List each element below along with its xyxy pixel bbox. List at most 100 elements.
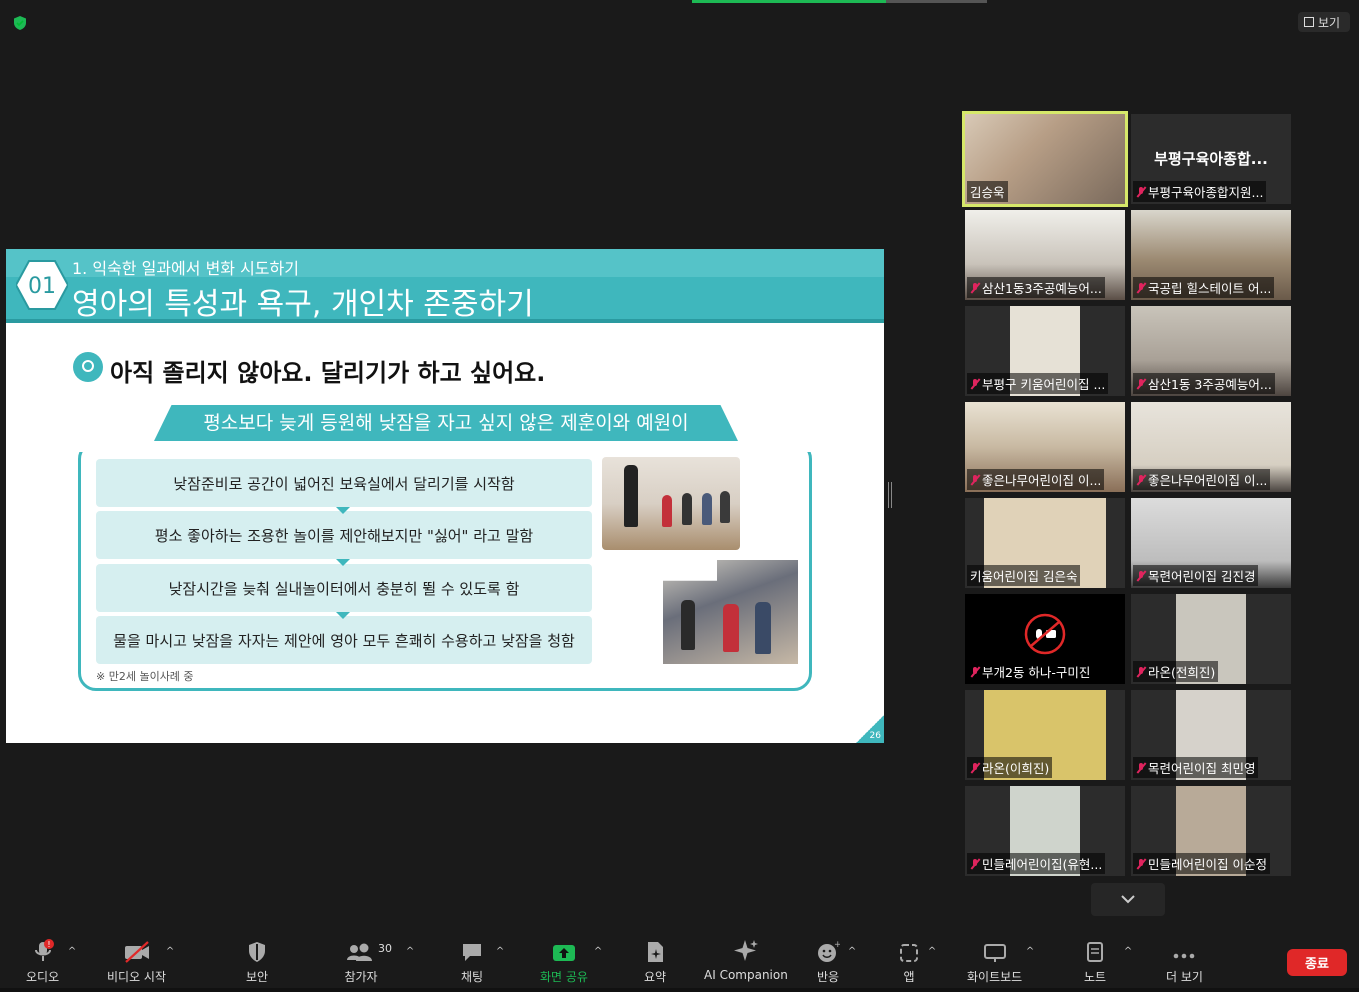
participant-name: 부평구육아종합지원...: [1148, 185, 1264, 200]
start-video-label: 비디오 시작: [107, 970, 167, 984]
arrow-down-icon: [336, 612, 350, 619]
step-3: 낮잠시간을 늦춰 실내놀이터에서 충분히 뛸 수 있도록 함: [96, 564, 592, 619]
start-video-button[interactable]: 비디오 시작: [107, 930, 166, 986]
end-meeting-button[interactable]: 종료: [1287, 949, 1347, 976]
participant-tile[interactable]: 라온(이희진): [965, 690, 1125, 780]
arrow-down-icon: [336, 507, 350, 514]
participant-name-label: 키움어린이집 김은숙: [967, 565, 1081, 586]
svg-text:!: !: [47, 940, 50, 949]
share-screen-label: 화면 공유: [540, 970, 588, 984]
meeting-toolbar: ! 오디오 ^ 비디오 시작 ^ 보안 30 참가자 ^ 채팅 ^ 화면 공유 …: [0, 930, 1359, 992]
view-button[interactable]: 보기: [1298, 12, 1350, 32]
muted-mic-icon: [970, 858, 980, 870]
participant-name: 목련어린이집 김진경: [1148, 569, 1256, 584]
participant-tile[interactable]: 부개2동 하나-구미진: [965, 594, 1125, 684]
participant-name: 민들레어린이집 이순정: [1148, 857, 1267, 872]
participant-name-label: 부평구 키움어린이집 ...: [967, 373, 1109, 394]
whiteboard-label: 화이트보드: [967, 970, 1023, 984]
participant-tile[interactable]: 부평구 키움어린이집 ...: [965, 306, 1125, 396]
top-share-indicator: [692, 0, 987, 3]
slide-headline: 아직 졸리지 않아요. 달리기가 하고 싶어요.: [110, 359, 546, 387]
shared-screen-slide: 01 1. 익숙한 일과에서 변화 시도하기 영아의 특성과 욕구, 개인차 존…: [6, 249, 884, 743]
caret-up-icon: ^: [1025, 946, 1035, 957]
participants-count: 30: [378, 942, 392, 955]
participant-name: 라온(이희진): [982, 761, 1050, 776]
sparkle-icon: [733, 940, 758, 961]
slide-page-number: 26: [869, 731, 881, 741]
muted-mic-icon: [1136, 282, 1146, 294]
share-screen-icon: [552, 945, 575, 961]
summary-label: 요약: [644, 970, 667, 984]
slide-number: 01: [28, 274, 56, 299]
ai-companion-label: AI Companion: [704, 968, 788, 982]
audio-button[interactable]: ! 오디오: [26, 930, 59, 986]
svg-text:+: +: [834, 940, 840, 950]
reactions-label: 반응: [816, 970, 840, 984]
microphone-icon: !: [34, 939, 54, 961]
participant-tile[interactable]: 삼산1동3주공예능어...: [965, 210, 1125, 300]
muted-mic-icon: [1136, 378, 1146, 390]
slide-title: 영아의 특성과 욕구, 개인차 존중하기: [72, 287, 534, 322]
slide-banner: 평소보다 늦게 등원해 낮잠을 자고 싶지 않은 제훈이와 예원이: [154, 405, 738, 441]
participant-tile[interactable]: 김승욱: [962, 111, 1128, 207]
muted-mic-icon: [970, 474, 980, 486]
whiteboard-icon: [983, 944, 1006, 962]
muted-mic-icon: [1136, 858, 1146, 870]
participant-tile[interactable]: 민들레어린이집 이순정: [1131, 786, 1291, 876]
participant-tile[interactable]: 키움어린이집 김은숙: [965, 498, 1125, 588]
participant-name-label: 라온(전희진): [1133, 661, 1219, 682]
panel-resize-handle[interactable]: [888, 482, 892, 508]
participant-name-label: 좋은나무어린이집 이...: [967, 469, 1105, 490]
apps-icon: [900, 944, 918, 962]
step-4: 물을 마시고 낮잠을 자자는 제안에 영아 모두 흔쾌히 수용하고 낮잠을 청함: [96, 616, 592, 664]
apps-button[interactable]: 앱: [898, 930, 920, 986]
participant-tile[interactable]: 부평구육아종합... 부평구육아종합지원...: [1131, 114, 1291, 204]
step-4-text: 물을 마시고 낮잠을 자자는 제안에 영아 모두 흔쾌히 수용하고 낮잠을 청함: [113, 631, 575, 650]
participant-name-label: 라온(이희진): [967, 757, 1053, 778]
children-running-photo: [602, 457, 740, 550]
participant-tile[interactable]: 삼산1동 3주공예능어...: [1131, 306, 1291, 396]
muted-mic-icon: [1136, 474, 1146, 486]
participant-tile[interactable]: 목련어린이집 최민영: [1131, 690, 1291, 780]
participant-name: 김승욱: [970, 185, 1005, 200]
participant-name-label: 부평구육아종합지원...: [1133, 181, 1267, 202]
ai-companion-button[interactable]: AI Companion: [704, 930, 788, 986]
participant-tile[interactable]: 라온(전희진): [1131, 594, 1291, 684]
chat-button[interactable]: 채팅: [460, 930, 484, 986]
participant-name: 삼산1동3주공예능어...: [982, 281, 1102, 296]
reactions-button[interactable]: + 반응: [816, 930, 840, 986]
participant-name: 키움어린이집 김은숙: [970, 569, 1078, 584]
step-1-text: 낮잠준비로 공간이 넓어진 보육실에서 달리기를 시작함: [173, 474, 515, 493]
summary-icon: [648, 942, 664, 962]
participant-name: 민들레어린이집(유현...: [982, 857, 1103, 872]
participant-name: 좋은나무어린이집 이...: [1148, 473, 1268, 488]
caret-up-icon: ^: [927, 946, 937, 957]
participant-tile[interactable]: 좋은나무어린이집 이...: [965, 402, 1125, 492]
emoji-icon: +: [818, 940, 840, 962]
participants-button[interactable]: 30 참가자: [344, 930, 396, 986]
muted-mic-icon: [1136, 666, 1146, 678]
participant-tile[interactable]: 좋은나무어린이집 이...: [1131, 402, 1291, 492]
participant-tile[interactable]: 목련어린이집 김진경: [1131, 498, 1291, 588]
participant-tile[interactable]: 국공립 힐스테이트 어...: [1131, 210, 1291, 300]
muted-mic-icon: [970, 666, 980, 678]
face-bullet-icon: [73, 352, 103, 382]
whiteboard-button[interactable]: 화이트보드: [967, 930, 1022, 986]
security-button[interactable]: 보안: [246, 930, 268, 986]
participant-name: 국공립 힐스테이트 어...: [1148, 281, 1272, 296]
participant-tile[interactable]: 민들레어린이집(유현...: [965, 786, 1125, 876]
camera-mic-blocked-icon: [1024, 613, 1066, 655]
participant-name-label: 목련어린이집 김진경: [1133, 565, 1259, 586]
gallery-next-page-button[interactable]: [1091, 883, 1165, 916]
more-button[interactable]: 더 보기: [1166, 930, 1203, 986]
summary-button[interactable]: 요약: [644, 930, 666, 986]
more-label: 더 보기: [1166, 970, 1203, 984]
notes-button[interactable]: 노트: [1084, 930, 1106, 986]
caret-up-icon: ^: [495, 946, 505, 957]
encryption-shield-icon[interactable]: [12, 15, 28, 31]
participant-name-label: 삼산1동 3주공예능어...: [1133, 373, 1275, 394]
step-2: 평소 좋아하는 조용한 놀이를 제안해보지만 "싫어" 라고 말함: [96, 511, 592, 566]
share-screen-button[interactable]: 화면 공유: [540, 930, 588, 986]
video-off-icon: [124, 941, 149, 963]
participant-name-label: 좋은나무어린이집 이...: [1133, 469, 1271, 490]
